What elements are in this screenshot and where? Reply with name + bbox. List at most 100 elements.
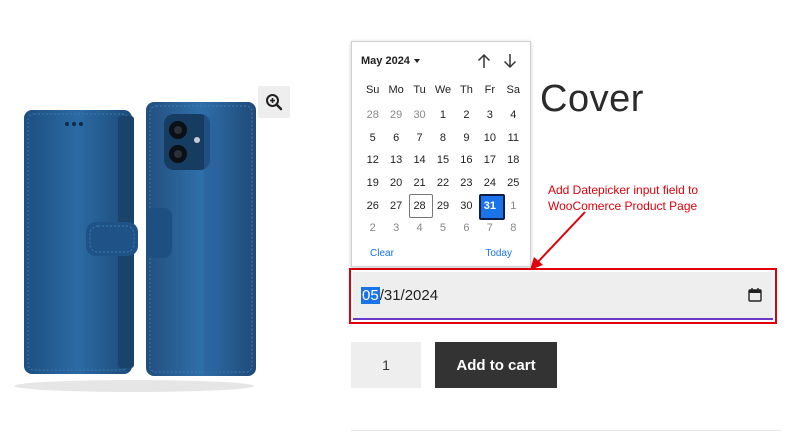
day-number: 21 — [413, 177, 426, 190]
day-cell[interactable]: 27 — [384, 194, 407, 217]
day-cell[interactable]: 4 — [502, 104, 525, 127]
day-number: 1 — [510, 199, 517, 212]
day-cell[interactable]: 13 — [384, 149, 407, 172]
date-input-field[interactable]: 05 /31/2024 — [353, 272, 773, 320]
day-number: 12 — [366, 154, 379, 167]
day-number: 28 — [413, 199, 426, 212]
day-cell[interactable]: 14 — [408, 149, 431, 172]
day-cell[interactable]: 29 — [431, 194, 454, 217]
day-cell[interactable]: 8 — [431, 127, 454, 150]
day-number: 6 — [463, 222, 470, 235]
day-cell[interactable]: 18 — [502, 149, 525, 172]
day-cell[interactable]: 6 — [384, 127, 407, 150]
zoom-button[interactable] — [258, 86, 290, 118]
day-cell[interactable]: 12 — [361, 149, 384, 172]
day-cell[interactable]: 2 — [361, 217, 384, 240]
day-cell[interactable]: 30 — [455, 194, 478, 217]
day-number: 25 — [507, 177, 520, 190]
day-cell[interactable]: 16 — [455, 149, 478, 172]
day-number: 14 — [413, 154, 426, 167]
day-cell[interactable]: 3 — [478, 104, 501, 127]
arrow-up-icon — [477, 53, 491, 68]
day-cell[interactable]: 22 — [431, 172, 454, 195]
product-title: Cover — [540, 78, 644, 120]
weekday-label: Fr — [484, 84, 496, 96]
day-cell[interactable]: 4 — [408, 217, 431, 240]
day-number: 2 — [463, 109, 470, 122]
day-cell[interactable]: 8 — [502, 217, 525, 240]
day-cell[interactable]: 10 — [478, 127, 501, 150]
day-cell[interactable]: 5 — [361, 127, 384, 150]
date-month-segment[interactable]: 05 — [361, 286, 380, 304]
datepicker-popup[interactable]: May 2024 Su Mo Tu We Th Fr Sa 28 29 30 1 2 3 4 5 6 7 8 9 1… — [351, 41, 531, 267]
day-number: 24 — [483, 177, 496, 190]
weekday-label: We — [434, 84, 452, 96]
next-month-button[interactable] — [502, 52, 518, 70]
day-cell[interactable]: 25 — [502, 172, 525, 195]
month-selector[interactable]: May 2024 — [361, 55, 420, 67]
day-cell[interactable]: 29 — [384, 104, 407, 127]
day-cell[interactable]: 24 — [478, 172, 501, 195]
day-number: 4 — [510, 109, 517, 122]
product-image — [14, 102, 256, 392]
previous-month-button[interactable] — [476, 52, 492, 70]
day-number: 3 — [486, 109, 493, 122]
day-number: 27 — [390, 199, 403, 212]
day-cell[interactable]: 15 — [431, 149, 454, 172]
day-number: 2 — [369, 222, 376, 235]
day-cell[interactable]: 19 — [361, 172, 384, 195]
day-number: 8 — [439, 131, 447, 144]
day-cell-today[interactable]: 28 — [408, 194, 434, 218]
day-number: 17 — [483, 154, 496, 167]
day-cell[interactable]: 21 — [408, 172, 431, 195]
day-cell[interactable]: 30 — [408, 104, 431, 127]
day-grid[interactable]: 28 29 30 1 2 3 4 5 6 7 8 9 10 11 12 13 14 15 16 17 18 19 20 21 2… — [361, 104, 525, 240]
day-number: 16 — [460, 154, 473, 167]
day-number: 22 — [436, 177, 450, 190]
day-number: 6 — [393, 131, 400, 144]
date-value: 05 /31/2024 — [361, 286, 438, 304]
zoom-in-icon — [266, 94, 283, 111]
day-number: 20 — [390, 177, 403, 190]
day-cell[interactable]: 2 — [455, 104, 478, 127]
weekday-label: Mo — [388, 84, 404, 96]
day-number: 30 — [460, 199, 473, 212]
day-cell[interactable]: 28 — [361, 104, 384, 127]
day-number: 29 — [390, 109, 403, 122]
day-cell[interactable]: 5 — [431, 217, 454, 240]
day-cell[interactable]: 11 — [502, 127, 525, 150]
day-number: 11 — [507, 131, 519, 144]
day-number: 31 — [483, 199, 496, 212]
day-number: 26 — [366, 199, 379, 212]
day-cell[interactable]: 9 — [455, 127, 478, 150]
add-to-cart-button[interactable]: Add to cart — [435, 342, 557, 388]
day-cell[interactable]: 3 — [384, 217, 407, 240]
day-cell[interactable]: 6 — [455, 217, 478, 240]
today-button[interactable]: Today — [485, 248, 512, 259]
day-number: 18 — [507, 154, 520, 167]
arrow-down-icon — [503, 54, 517, 69]
day-number: 3 — [393, 222, 400, 235]
day-number: 4 — [416, 222, 423, 235]
day-number: 15 — [436, 154, 450, 167]
day-cell[interactable]: 17 — [478, 149, 501, 172]
day-number: 5 — [439, 222, 447, 235]
day-cell[interactable]: 1 — [502, 194, 525, 217]
day-cell[interactable]: 1 — [431, 104, 454, 127]
day-number: 7 — [486, 222, 493, 235]
day-cell[interactable]: 7 — [478, 217, 501, 240]
day-cell[interactable]: 20 — [384, 172, 407, 195]
calendar-icon[interactable] — [747, 287, 763, 303]
quantity-input[interactable]: 1 — [351, 342, 421, 388]
day-number: 23 — [460, 177, 473, 190]
date-day-year-segment[interactable]: /31/2024 — [380, 287, 438, 304]
day-cell[interactable]: 26 — [361, 194, 384, 217]
annotation-text: Add Datepicker input field to WooComerce… — [548, 183, 699, 213]
day-cell[interactable]: 23 — [455, 172, 478, 195]
day-cell[interactable]: 7 — [408, 127, 431, 150]
day-number: 5 — [369, 131, 376, 144]
day-number: 19 — [366, 177, 379, 190]
day-cell-selected[interactable]: 31 — [478, 194, 506, 220]
clear-button[interactable]: Clear — [370, 248, 394, 259]
weekday-label: Th — [460, 84, 473, 96]
